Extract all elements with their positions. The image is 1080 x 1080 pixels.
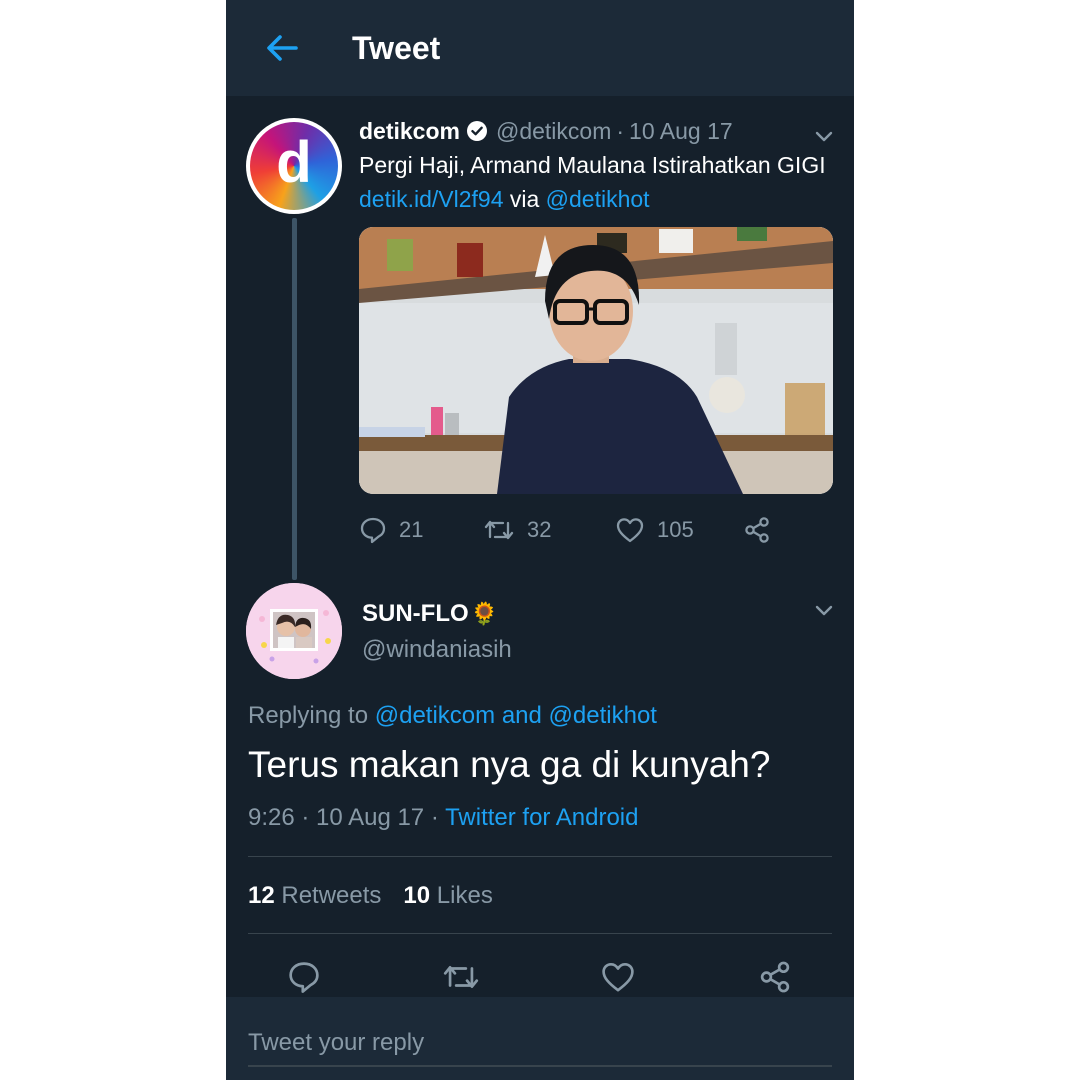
- tweet-source-link[interactable]: Twitter for Android: [445, 804, 638, 831]
- original-tweet-text: Pergi Haji, Armand Maulana Istirahatkan …: [359, 148, 839, 216]
- reply-button[interactable]: 21: [359, 512, 423, 548]
- arrow-left-icon: [267, 35, 298, 61]
- retweets-label: Retweets: [274, 882, 382, 909]
- verified-badge-icon: [466, 120, 488, 142]
- reply-icon: [360, 517, 386, 544]
- replying-to-line: Replying to @detikcom and @detikhot: [248, 702, 657, 730]
- divider: [248, 933, 832, 934]
- page-title: Tweet: [352, 30, 441, 66]
- chevron-down-icon[interactable]: [812, 598, 836, 622]
- share-icon: [745, 517, 769, 543]
- via-text: via: [503, 186, 546, 212]
- heart-icon: [616, 518, 644, 543]
- likes-count: 10: [403, 882, 431, 909]
- reply-composer-bar: [226, 997, 854, 1080]
- reply-input[interactable]: [248, 1021, 832, 1067]
- top-app-bar: Tweet: [226, 0, 854, 96]
- reply-count: 21: [399, 517, 424, 542]
- author-name[interactable]: detikcom: [359, 118, 460, 145]
- likes-stat[interactable]: 10 Likes: [403, 882, 492, 910]
- tweet-date[interactable]: 10 Aug 17: [629, 118, 733, 145]
- replying-mention-detikhot[interactable]: @detikhot: [549, 702, 657, 729]
- original-tweet-header: detikcom @detikcom · 10 Aug 17: [359, 116, 733, 146]
- tweet-text-plain: Pergi Haji, Armand Maulana Istirahatkan …: [359, 152, 826, 178]
- sun-flo-avatar[interactable]: [246, 583, 342, 679]
- article-link[interactable]: detik.id/Vl2f94: [359, 186, 503, 212]
- tweet-time: 9:26: [248, 804, 295, 831]
- reply-author-handle[interactable]: @windaniasih: [362, 636, 512, 664]
- avatar-letter: d: [276, 130, 312, 195]
- like-button[interactable]: [596, 956, 640, 998]
- replying-prefix: Replying to: [248, 702, 375, 729]
- meta-sep-2: ·: [424, 804, 446, 831]
- share-icon: [760, 961, 790, 993]
- chevron-down-icon[interactable]: [812, 124, 836, 148]
- tweet-meta-line: 9:26 · 10 Aug 17 · Twitter for Android: [248, 804, 638, 832]
- retweet-icon: [443, 965, 479, 989]
- author-handle[interactable]: @detikcom: [496, 118, 611, 145]
- detikcom-avatar[interactable]: d: [246, 118, 342, 214]
- retweet-button[interactable]: 32: [483, 512, 551, 548]
- reply-tweet-text: Terus makan nya ga di kunyah?: [248, 744, 771, 785]
- like-button[interactable]: 105: [615, 512, 694, 548]
- sunflower-emoji: 🌻: [470, 601, 499, 626]
- share-button[interactable]: [743, 512, 771, 548]
- retweet-count: 32: [527, 517, 552, 542]
- meta-sep-1: ·: [294, 804, 317, 831]
- retweets-count: 12: [248, 882, 275, 909]
- back-button[interactable]: [260, 26, 304, 70]
- replying-mention-detikcom[interactable]: @detikcom: [375, 702, 495, 729]
- likes-label: Likes: [430, 882, 493, 909]
- focused-tweet-actions: [226, 956, 854, 998]
- reply-icon: [289, 962, 319, 993]
- tweet-meta-date: 10 Aug 17: [316, 804, 425, 831]
- thread-connector-line: [292, 218, 297, 580]
- original-tweet-actions: 21 32 105: [359, 512, 789, 548]
- like-count: 105: [657, 517, 694, 542]
- retweet-button[interactable]: [439, 956, 483, 998]
- divider: [248, 856, 832, 857]
- replying-and[interactable]: and: [495, 702, 548, 729]
- reply-author-name: SUN-FLO: [362, 600, 469, 627]
- photo-illustration: [359, 227, 833, 494]
- reply-button[interactable]: [282, 956, 326, 998]
- engagement-stats: 12 Retweets 10 Likes: [248, 882, 493, 910]
- share-button[interactable]: [753, 956, 797, 998]
- retweet-icon: [484, 520, 514, 540]
- header-separator: ·: [616, 117, 625, 144]
- heart-icon: [602, 962, 634, 992]
- tweet-detail-screen: Tweet d detikcom @detikcom · 10 Aug 17 P…: [226, 0, 854, 1080]
- mention-link[interactable]: @detikhot: [546, 186, 650, 212]
- reply-author-name-row[interactable]: SUN-FLO 🌻: [362, 598, 498, 630]
- tweet-media-photo[interactable]: [359, 227, 833, 494]
- retweets-stat[interactable]: 12 Retweets: [248, 882, 381, 910]
